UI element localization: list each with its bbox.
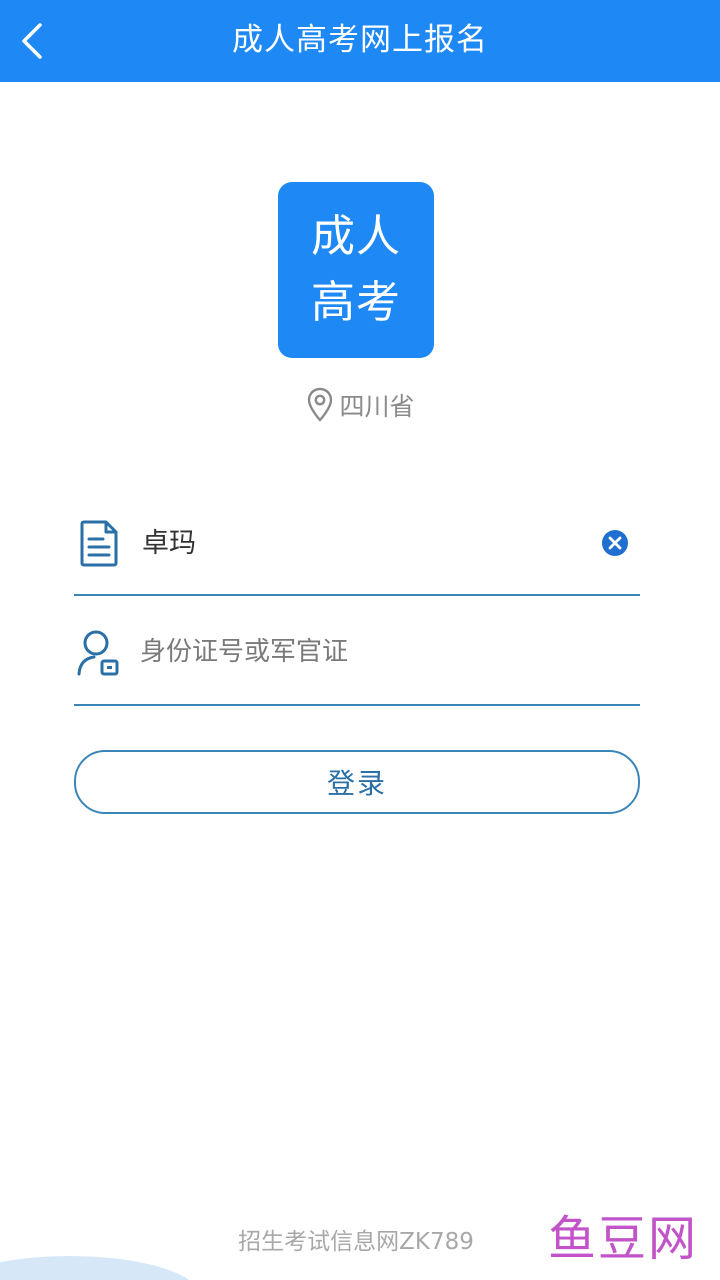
page-title: 成人高考网上报名 <box>232 22 488 58</box>
clear-circle-icon <box>602 530 628 556</box>
name-value[interactable]: 卓玛 <box>142 524 196 564</box>
id-field <box>74 618 640 706</box>
user-card-icon <box>74 626 124 680</box>
id-number-input[interactable] <box>140 630 580 674</box>
top-bar: 成人高考网上报名 <box>0 0 720 82</box>
login-button[interactable]: 登录 <box>74 750 640 814</box>
watermark-logo: 鱼豆网 <box>548 1211 699 1267</box>
login-page: 成人高考网上报名 成人 高考 四川省 卓玛 身份证号或军官证 登录 招生考试信息… <box>0 0 720 1280</box>
logo-line-2: 高考 <box>311 277 401 328</box>
app-logo: 成人 高考 <box>278 182 434 358</box>
location-text: 四川省 <box>339 392 415 421</box>
location-pin-icon <box>305 385 335 425</box>
document-icon <box>74 516 124 570</box>
decorative-arc <box>0 1256 200 1280</box>
clear-button[interactable] <box>600 528 630 558</box>
location-indicator: 四川省 <box>0 380 720 430</box>
logo-line-1: 成人 <box>311 211 401 262</box>
name-field: 卓玛 <box>74 510 640 596</box>
